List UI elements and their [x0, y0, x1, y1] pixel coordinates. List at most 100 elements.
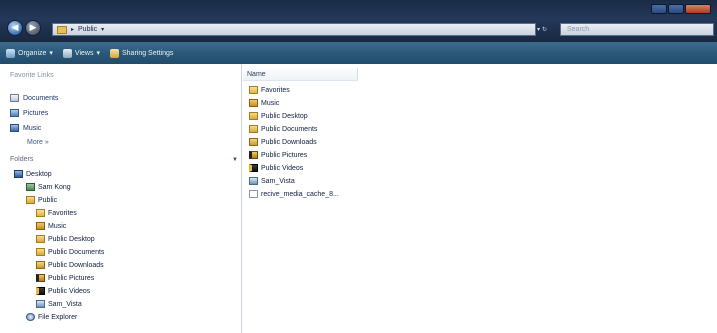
explorer-icon [26, 313, 35, 321]
navigation-pane: Favorite Links Documents Pictures Music … [0, 64, 242, 333]
favorite-link-music[interactable]: Music [10, 124, 41, 132]
tree-item-public-videos[interactable]: Public Videos [36, 287, 90, 295]
favorite-link-label: Music [23, 124, 42, 132]
organize-label: Organize [18, 49, 47, 57]
forward-arrow-icon: ▶ [29, 23, 37, 33]
tree-item-public-documents[interactable]: Public Documents [36, 248, 104, 256]
views-icon [62, 48, 72, 58]
tree-item-label: Music [48, 222, 67, 230]
tree-item-label: Public Videos [48, 287, 91, 295]
tree-item-music[interactable]: Music [36, 222, 66, 230]
tree-item-label: Public Documents [48, 248, 105, 256]
favorite-links-heading: Favorite Links [10, 72, 54, 79]
sharing-icon [109, 48, 119, 58]
file-item-music[interactable]: Music [249, 99, 279, 107]
file-icon [249, 190, 258, 198]
chevron-down-icon[interactable]: ▾ [101, 26, 104, 33]
pictures-folder-icon [36, 274, 45, 282]
close-button[interactable] [685, 4, 711, 14]
tree-item-label: Favorites [48, 209, 77, 217]
file-item-favorites[interactable]: Favorites [249, 86, 290, 94]
file-item-public-desktop[interactable]: Public Desktop [249, 112, 308, 120]
address-controls: ▾ ↻ [537, 23, 557, 36]
chevron-down-icon: ▾ [49, 50, 53, 57]
folder-icon [36, 261, 45, 269]
chevron-down-icon[interactable]: ▼ [232, 157, 238, 163]
back-button[interactable]: ◀ [7, 20, 23, 36]
file-item-public-pictures[interactable]: Public Pictures [249, 151, 307, 159]
sharing-label: Sharing Settings [121, 49, 174, 57]
folder-icon [36, 235, 45, 243]
music-folder-icon [249, 99, 258, 107]
pictures-folder-icon [249, 151, 258, 159]
title-bar: ◀ ▶ ▸ Public ▾ ▾ ↻ Search [0, 0, 717, 42]
folder-icon [26, 196, 35, 204]
breadcrumb-separator-icon: ▸ [71, 27, 75, 33]
views-label: Views [74, 49, 94, 57]
back-arrow-icon: ◀ [11, 23, 19, 33]
tree-item-public[interactable]: Public [26, 196, 57, 204]
more-link[interactable]: More » [27, 139, 49, 146]
file-item-public-downloads[interactable]: Public Downloads [249, 138, 317, 146]
views-button[interactable]: Views ▾ [62, 48, 100, 58]
file-item-label: Favorites [261, 86, 290, 94]
refresh-icon[interactable]: ↻ [542, 26, 547, 33]
chevron-down-icon: ▾ [96, 50, 100, 57]
tree-item-public-downloads[interactable]: Public Downloads [36, 261, 104, 269]
breadcrumb-public[interactable]: Public [78, 26, 97, 33]
tree-item-label: Public [38, 196, 58, 204]
file-item-label: Public Downloads [261, 138, 317, 146]
folder-icon [249, 112, 258, 120]
file-item-label: Public Videos [261, 164, 304, 172]
tree-item-public-pictures[interactable]: Public Pictures [36, 274, 94, 282]
dropdown-icon[interactable]: ▾ [537, 26, 540, 33]
folders-heading[interactable]: Folders [10, 156, 33, 163]
folder-icon [249, 138, 258, 146]
favorites-folder-icon [36, 209, 45, 217]
favorite-link-label: Pictures [23, 109, 49, 117]
favorite-link-pictures[interactable]: Pictures [10, 109, 48, 117]
folder-icon [57, 25, 67, 34]
forward-button[interactable]: ▶ [25, 20, 41, 36]
file-item-label: Public Pictures [261, 151, 308, 159]
user-folder-icon [26, 183, 35, 191]
tree-item-label: Public Pictures [48, 274, 95, 282]
tree-item-favorites[interactable]: Favorites [36, 209, 77, 217]
file-item-public-documents[interactable]: Public Documents [249, 125, 317, 133]
minimize-button[interactable] [651, 4, 667, 14]
folder-icon [36, 300, 45, 308]
maximize-button[interactable] [668, 4, 684, 14]
documents-icon [10, 94, 19, 102]
file-item-label: recive_media_cache_8... [261, 190, 339, 198]
tree-item-desktop[interactable]: Desktop [14, 170, 52, 178]
tree-item-public-desktop[interactable]: Public Desktop [36, 235, 95, 243]
address-bar[interactable]: ▸ Public ▾ ▾ ↻ [52, 23, 547, 36]
organize-button[interactable]: Organize ▾ [6, 48, 53, 58]
file-item-label: Public Documents [261, 125, 318, 133]
file-item-sam-vista[interactable]: Sam_Vista [249, 177, 295, 185]
pictures-icon [10, 109, 19, 117]
tree-item-label: Public Downloads [48, 261, 104, 269]
column-header-name[interactable]: Name [243, 68, 358, 81]
videos-folder-icon [249, 164, 258, 172]
tree-item-label: Sam Kong [38, 183, 71, 191]
file-item-label: Music [261, 99, 280, 107]
tree-item-sam-vista[interactable]: Sam_Vista [36, 300, 82, 308]
favorite-link-label: Documents [23, 94, 59, 102]
desktop-icon [14, 170, 23, 178]
music-icon [10, 124, 19, 132]
tree-item-label: File Explorer [38, 313, 78, 321]
file-item-public-videos[interactable]: Public Videos [249, 164, 303, 172]
window-controls [651, 4, 711, 14]
tree-item-file-explorer[interactable]: File Explorer [26, 313, 77, 321]
tree-item-sam-kong[interactable]: Sam Kong [26, 183, 71, 191]
file-item-media-cache[interactable]: recive_media_cache_8... [249, 190, 339, 198]
favorites-folder-icon [249, 86, 258, 94]
search-input[interactable]: Search [560, 23, 714, 36]
file-list-pane: Name Favorites Music Public Desktop Publ… [243, 64, 717, 333]
videos-folder-icon [36, 287, 45, 295]
tree-item-label: Public Desktop [48, 235, 95, 243]
favorite-link-documents[interactable]: Documents [10, 94, 58, 102]
sharing-settings-button[interactable]: Sharing Settings [109, 48, 174, 58]
file-item-label: Sam_Vista [261, 177, 295, 185]
